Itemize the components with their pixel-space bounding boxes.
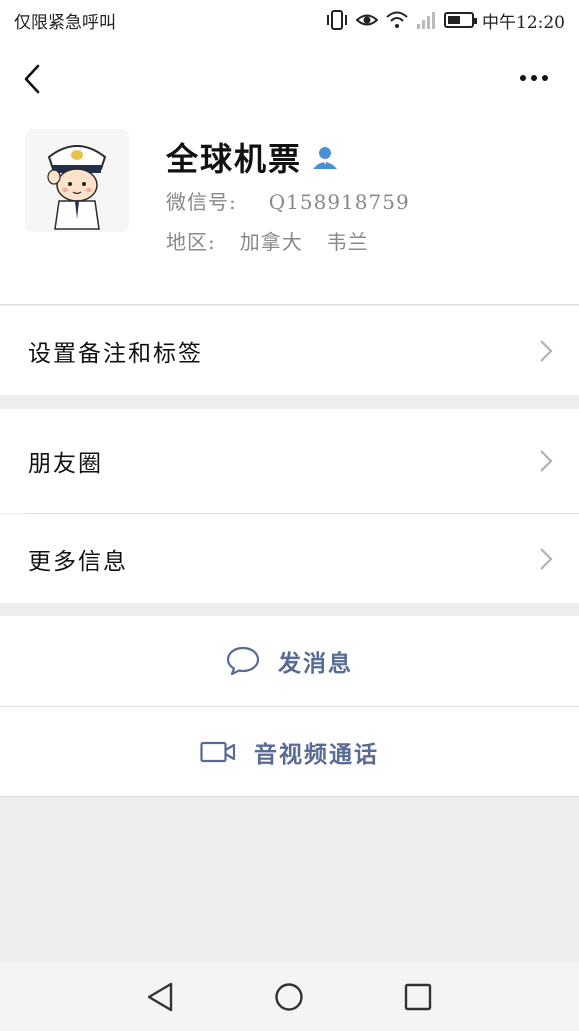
wechat-id-value: Q158918759 — [268, 190, 410, 214]
contact-name: 全球机票 — [166, 140, 303, 178]
chevron-right-icon — [540, 450, 553, 472]
more-info-label: 更多信息 — [28, 548, 128, 575]
region-country: 加拿大 — [239, 230, 303, 254]
moments-label: 朋友圈 — [28, 451, 103, 477]
avatar-image — [25, 129, 129, 232]
more-icon[interactable] — [517, 66, 551, 90]
chat-bubble-icon — [226, 646, 260, 676]
carrier-text: 仅限紧急呼叫 — [14, 12, 116, 33]
chevron-right-icon — [540, 339, 553, 362]
moments-item[interactable]: 朋友圈 — [0, 409, 579, 513]
person-badge-icon — [313, 147, 338, 169]
wifi-icon — [386, 11, 408, 28]
send-message-label: 发消息 — [278, 650, 353, 677]
video-camera-icon — [200, 741, 236, 762]
chevron-right-icon — [540, 547, 553, 570]
set-remark-tags-label: 设置备注和标签 — [28, 340, 203, 367]
signal-icon — [417, 12, 435, 29]
avatar[interactable] — [25, 129, 129, 232]
profile-card: 全球机票 微信号: Q158918759 地区: 加拿大 韦兰 — [0, 116, 579, 305]
wechat-id-label: 微信号: — [166, 190, 237, 214]
nav-home-icon[interactable] — [272, 980, 306, 1014]
more-info-item[interactable]: 更多信息 — [0, 514, 579, 603]
nav-recents-icon[interactable] — [401, 980, 435, 1014]
region-label: 地区: — [166, 230, 216, 254]
divider — [0, 796, 579, 797]
send-message-button[interactable]: 发消息 — [0, 616, 579, 706]
region-city: 韦兰 — [326, 230, 369, 254]
wechat-id-row: 微信号: Q158918759 — [166, 186, 410, 215]
back-arrow-icon[interactable] — [18, 62, 48, 96]
status-bar: 仅限紧急呼叫 中午12:20 — [0, 0, 579, 40]
clock: 中午12:20 — [482, 12, 565, 33]
eye-comfort-icon — [356, 14, 378, 26]
video-call-label: 音视频通话 — [254, 740, 379, 768]
video-call-button[interactable]: 音视频通话 — [0, 707, 579, 796]
region-row: 地区: 加拿大 韦兰 — [166, 226, 369, 255]
system-nav-bar — [0, 962, 579, 1031]
battery-icon — [444, 12, 477, 28]
nav-back-icon[interactable] — [143, 980, 177, 1014]
set-remark-tags-item[interactable]: 设置备注和标签 — [0, 306, 579, 395]
vibrate-icon — [327, 10, 347, 30]
top-nav — [0, 40, 579, 116]
